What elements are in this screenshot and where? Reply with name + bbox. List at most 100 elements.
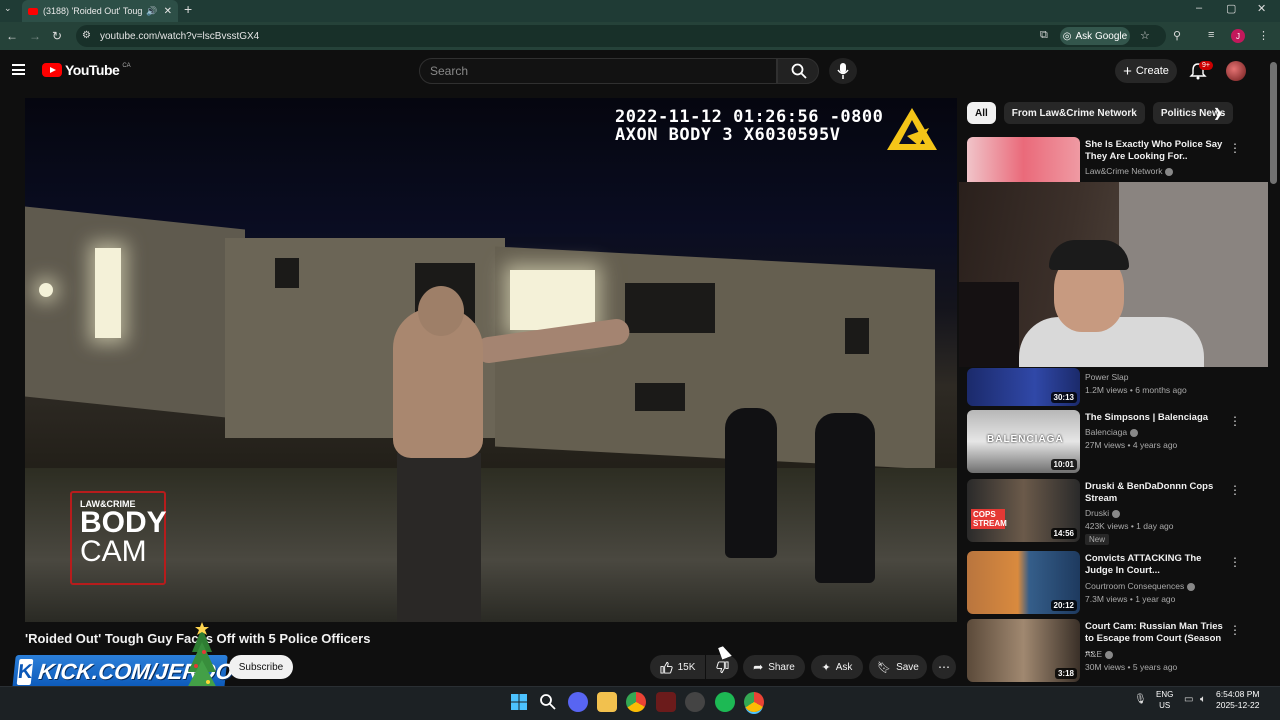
badge-cam: CAM	[80, 535, 147, 568]
create-button[interactable]: + Create	[1115, 59, 1177, 83]
chrome-icon[interactable]	[626, 692, 646, 712]
suggested-video[interactable]: BALENCIAGA 10:01 The Simpsons | Balencia…	[967, 410, 1257, 476]
close-tab-icon[interactable]: ✕	[164, 6, 172, 17]
lang-code: ENG	[1156, 690, 1174, 699]
chip-all[interactable]: All	[967, 102, 996, 124]
save-button[interactable]: 🔖︎ Save	[869, 655, 927, 679]
plus-icon: +	[1123, 62, 1132, 80]
scrollbar-thumb[interactable]	[1270, 62, 1277, 184]
more-vertical-icon[interactable]: ⋮	[1229, 483, 1241, 497]
chrome-active-icon[interactable]	[744, 692, 764, 712]
media-controls-icon[interactable]: ≡	[1208, 29, 1214, 41]
input-language[interactable]: ENG US	[1156, 689, 1173, 711]
search-box[interactable]	[419, 58, 777, 84]
building-left	[25, 206, 245, 420]
discord-icon[interactable]	[568, 692, 588, 712]
windows-start-icon[interactable]	[509, 692, 529, 712]
suggested-video-channel[interactable]: Druski	[1085, 508, 1121, 518]
subject-legs	[397, 453, 481, 622]
streaming-app-icon[interactable]	[656, 692, 676, 712]
share-button[interactable]: ➦ Share	[743, 655, 805, 679]
officer-silhouette	[725, 408, 777, 558]
back-icon[interactable]: ←	[6, 29, 18, 43]
file-explorer-icon[interactable]	[597, 692, 617, 712]
suggested-video-channel[interactable]: Balenciaga	[1085, 427, 1139, 437]
suggested-video-channel[interactable]: Power Slap	[1085, 372, 1128, 382]
maximize-icon[interactable]: ▢	[1226, 2, 1236, 15]
speaker-icon[interactable]: 🔊	[146, 6, 157, 17]
video-thumbnail[interactable]: 3:18	[967, 619, 1080, 682]
law-crime-bodycam-badge: LAW&CRIME BODY CAM	[70, 491, 167, 585]
region-code-tray: US	[1159, 701, 1171, 710]
url-text[interactable]: youtube.com/watch?v=lscBvsstGX4	[100, 31, 259, 42]
window	[635, 383, 685, 411]
clock-date: 2025-12-22	[1216, 700, 1260, 710]
more-vertical-icon[interactable]: ⋮	[1229, 414, 1241, 428]
extensions-icon[interactable]: ⚲	[1173, 29, 1181, 42]
spotify-icon[interactable]	[715, 692, 735, 712]
bookmark-star-icon[interactable]: ☆	[1140, 29, 1150, 42]
volume-icon[interactable]: 🔈︎	[1200, 694, 1206, 705]
suggested-video[interactable]: 3:18 Court Cam: Russian Man Tries to Esc…	[967, 619, 1257, 685]
microphone-tray-icon[interactable]: 🎙︎	[1134, 694, 1147, 705]
youtube-logo[interactable]: YouTube CA	[42, 62, 131, 78]
video-thumbnail[interactable]: 20:12	[967, 551, 1080, 614]
tab-search-icon[interactable]: ⌄	[4, 3, 12, 14]
search-button[interactable]	[777, 58, 819, 84]
browser-tab[interactable]: (3188) 'Roided Out' Tough 🔊 ✕	[22, 0, 178, 22]
lit-doorway	[95, 248, 121, 338]
suggested-video-channel[interactable]: A&E	[1085, 649, 1114, 659]
profile-avatar[interactable]: J	[1231, 29, 1245, 43]
install-app-icon[interactable]: ⧉	[1040, 29, 1048, 42]
suggested-video-channel[interactable]: Law&Crime Network	[1085, 166, 1174, 176]
suggested-video[interactable]: 20:12 Convicts ATTACKING The Judge In Co…	[967, 551, 1257, 617]
channel-name: Druski	[1085, 508, 1110, 518]
ask-google-button[interactable]: ◎ Ask Google	[1060, 27, 1130, 45]
save-label: Save	[896, 661, 919, 673]
reload-icon[interactable]: ↻	[52, 29, 62, 43]
notification-count-badge: 9+	[1199, 61, 1213, 70]
minimize-icon[interactable]: –	[1196, 2, 1202, 14]
chevron-right-icon[interactable]: ❯	[1213, 106, 1223, 120]
network-icon[interactable]: ▭	[1184, 694, 1193, 705]
device-id-line: AXON BODY 3 X6030595V	[615, 125, 841, 145]
site-info-icon[interactable]: ⚙	[82, 30, 91, 41]
close-window-icon[interactable]: ✕	[1257, 2, 1266, 15]
forward-icon[interactable]: →	[29, 29, 41, 43]
youtube-wordmark: YouTube	[65, 62, 120, 78]
more-vertical-icon[interactable]: ⋮	[1229, 555, 1241, 569]
video-duration: 20:12	[1050, 600, 1077, 611]
chrome-menu-icon[interactable]: ⋮	[1258, 29, 1269, 42]
video-thumbnail[interactable]: BALENCIAGA 10:01	[967, 410, 1080, 473]
search-input[interactable]	[430, 64, 750, 78]
more-vertical-icon[interactable]: ⋮	[1229, 141, 1241, 155]
lit-window	[510, 270, 595, 330]
verified-icon	[1187, 582, 1196, 591]
thumbs-down-icon	[715, 660, 729, 673]
video-player[interactable]: 2022-11-12 01:26:56 -0800 AXON BODY 3 X6…	[25, 98, 957, 622]
suggested-video-title[interactable]: The Simpsons | Balenciaga	[1085, 412, 1225, 424]
subscribe-button[interactable]: Subscribe	[229, 655, 293, 679]
video-thumbnail[interactable]: 30:13	[967, 368, 1080, 406]
account-avatar[interactable]	[1226, 61, 1246, 81]
taskbar-search-icon[interactable]	[538, 692, 558, 712]
more-vertical-icon[interactable]: ⋮	[1229, 623, 1241, 637]
ask-button[interactable]: ✦ Ask	[811, 655, 863, 679]
voice-search-button[interactable]	[829, 58, 857, 84]
new-tab-icon[interactable]: +	[184, 1, 192, 17]
streamer-cap	[1049, 240, 1129, 270]
suggested-video-title[interactable]: Druski & BenDaDonnn Cops Stream	[1085, 481, 1225, 505]
tab-title: (3188) 'Roided Out' Tough	[43, 6, 143, 16]
suggested-video[interactable]: COPS STREAM 14:56 Druski & BenDaDonnn Co…	[967, 479, 1257, 545]
chip-from-law-crime[interactable]: From Law&Crime Network	[1003, 102, 1145, 124]
suggested-video-title[interactable]: She Is Exactly Who Police Say They Are L…	[1085, 139, 1225, 163]
obs-icon[interactable]	[685, 692, 705, 712]
video-thumbnail[interactable]: COPS STREAM 14:56	[967, 479, 1080, 542]
system-clock[interactable]: 6:54:08 PM 2025-12-22	[1216, 689, 1259, 711]
suggested-video-channel[interactable]: Courtroom Consequences	[1085, 581, 1196, 591]
filter-chips: All From Law&Crime Network Politics News	[967, 102, 1234, 124]
menu-icon[interactable]	[12, 64, 25, 75]
suggested-video-title[interactable]: Convicts ATTACKING The Judge In Court...	[1085, 553, 1225, 577]
more-actions-button[interactable]: ⋯	[932, 655, 956, 679]
like-button[interactable]: 15K	[650, 655, 705, 679]
